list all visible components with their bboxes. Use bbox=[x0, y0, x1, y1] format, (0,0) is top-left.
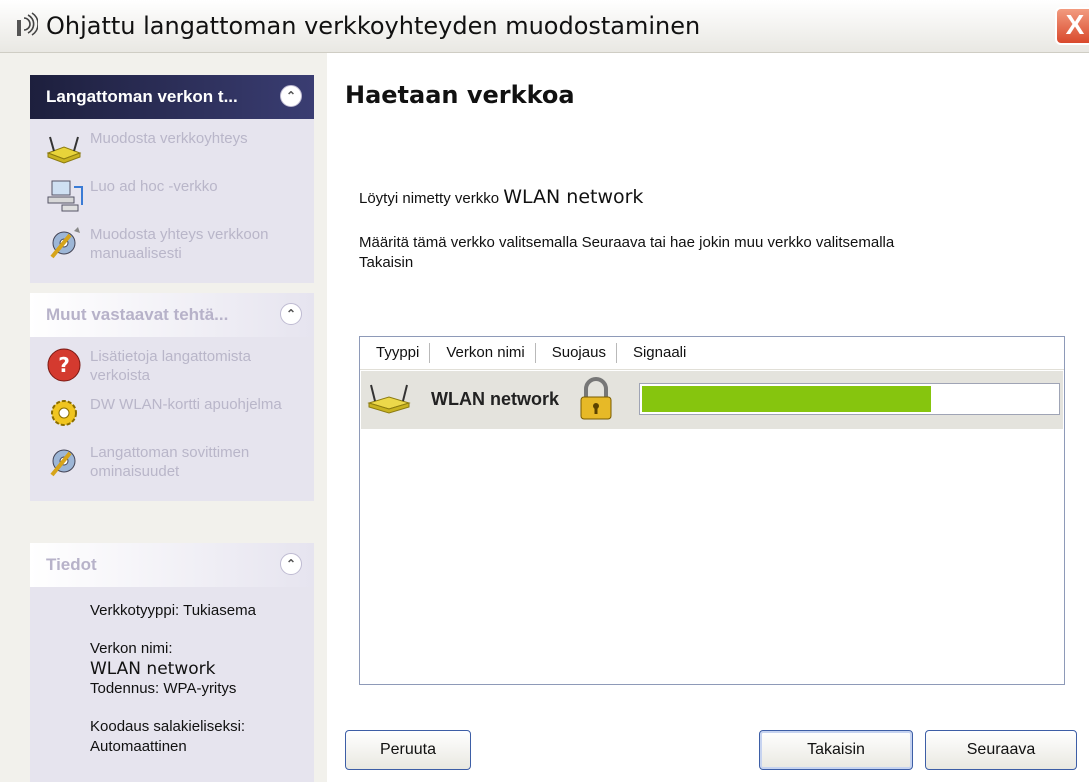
column-network-name[interactable]: Verkon nimi bbox=[430, 343, 536, 363]
wizard-window: Ohjattu langattoman verkkoyhteyden muodo… bbox=[0, 0, 1089, 782]
encryption-label: Koodaus salakieliseksi: bbox=[90, 718, 246, 735]
title-bar: Ohjattu langattoman verkkoyhteyden muodo… bbox=[0, 0, 1089, 53]
details-header[interactable]: Tiedot ⌃ bbox=[30, 543, 314, 587]
network-name-label: Verkon nimi: bbox=[90, 640, 173, 657]
collapse-chevron-icon[interactable]: ⌃ bbox=[280, 85, 302, 107]
gear-tools-icon bbox=[50, 449, 76, 477]
gear-tools-icon bbox=[50, 227, 80, 259]
task-label: Lisätietoja langattomista verkoista bbox=[90, 348, 251, 384]
router-icon bbox=[367, 384, 411, 414]
wireless-tasks-panel: Langattoman verkon t... ⌃ Muodosta verkk… bbox=[30, 75, 314, 283]
column-signal[interactable]: Signaali bbox=[617, 343, 696, 363]
related-tasks-header[interactable]: Muut vastaavat tehtä... ⌃ bbox=[30, 293, 314, 337]
signal-strength-fill bbox=[642, 386, 932, 412]
task-manual-connect[interactable]: Muodosta yhteys verkkoon manuaalisesti bbox=[44, 223, 304, 263]
related-tasks-panel: Muut vastaavat tehtä... ⌃ ? Lisätietoja … bbox=[30, 293, 314, 501]
instruction-text: Määritä tämä verkko valitsemalla Seuraav… bbox=[359, 234, 895, 271]
column-security[interactable]: Suojaus bbox=[536, 343, 617, 363]
wireless-tasks-header[interactable]: Langattoman verkon t... ⌃ bbox=[30, 75, 314, 119]
network-row[interactable]: WLAN network bbox=[361, 371, 1063, 429]
task-wlan-utility[interactable]: DW WLAN-kortti apuohjelma bbox=[44, 393, 304, 433]
panel-title: Tiedot bbox=[46, 555, 97, 574]
next-button[interactable]: Seuraava bbox=[925, 730, 1077, 770]
cancel-button[interactable]: Peruuta bbox=[345, 730, 471, 770]
task-connect-network[interactable]: Muodosta verkkoyhteys bbox=[44, 127, 304, 167]
found-prefix: Löytyi nimetty verkko bbox=[359, 190, 500, 207]
encryption-value: Automaattinen bbox=[90, 738, 187, 755]
task-sidebar: Langattoman verkon t... ⌃ Muodosta verkk… bbox=[0, 53, 327, 782]
collapse-chevron-icon[interactable]: ⌃ bbox=[280, 303, 302, 325]
task-label: Luo ad hoc -verkko bbox=[90, 178, 218, 195]
lock-icon bbox=[580, 377, 612, 420]
main-content: Haetaan verkkoa Löytyi nimetty verkko WL… bbox=[327, 53, 1089, 782]
task-label: DW WLAN-kortti apuohjelma bbox=[90, 396, 282, 413]
column-type[interactable]: Tyyppi bbox=[360, 343, 431, 363]
gear-icon bbox=[51, 400, 77, 426]
signal-strength-bar bbox=[639, 383, 1060, 415]
close-icon: X bbox=[1065, 9, 1085, 40]
task-label: Muodosta verkkoyhteys bbox=[90, 130, 248, 147]
wireless-antenna-icon bbox=[17, 12, 38, 36]
back-button[interactable]: Takaisin bbox=[759, 730, 913, 770]
task-label: Muodosta yhteys verkkoon manuaalisesti bbox=[90, 226, 269, 262]
router-icon bbox=[46, 136, 82, 164]
authentication: Todennus: WPA-yritys bbox=[90, 680, 237, 697]
network-type: Verkkotyyppi: Tukiasema bbox=[90, 602, 256, 619]
found-network-text: Löytyi nimetty verkko WLAN network bbox=[359, 186, 643, 208]
computer-network-icon bbox=[47, 180, 83, 212]
task-create-adhoc[interactable]: Luo ad hoc -verkko bbox=[44, 175, 304, 215]
task-adapter-properties[interactable]: Langattoman sovittimen ominaisuudet bbox=[44, 441, 304, 481]
network-name: WLAN network bbox=[90, 659, 216, 679]
details-panel: Tiedot ⌃ Verkkotyyppi: Tukiasema Verkon … bbox=[30, 543, 314, 782]
collapse-chevron-icon[interactable]: ⌃ bbox=[280, 553, 302, 575]
svg-text:?: ? bbox=[58, 353, 70, 377]
network-list[interactable]: Tyyppi Verkon nimi Suojaus Signaali WLAN… bbox=[359, 336, 1065, 685]
network-name-cell: WLAN network bbox=[431, 389, 559, 409]
page-title: Haetaan verkkoa bbox=[345, 81, 575, 109]
list-header: Tyyppi Verkon nimi Suojaus Signaali bbox=[360, 337, 1064, 370]
task-wireless-help[interactable]: ? Lisätietoja langattomista verkoista bbox=[44, 345, 304, 385]
help-icon: ? bbox=[47, 348, 81, 382]
task-label: Langattoman sovittimen ominaisuudet bbox=[90, 444, 250, 480]
window-title: Ohjattu langattoman verkkoyhteyden muodo… bbox=[46, 12, 701, 40]
close-button[interactable]: X bbox=[1055, 7, 1089, 45]
found-network-name: WLAN network bbox=[503, 186, 644, 208]
panel-title: Muut vastaavat tehtä... bbox=[46, 305, 229, 324]
panel-title: Langattoman verkon t... bbox=[46, 87, 238, 106]
